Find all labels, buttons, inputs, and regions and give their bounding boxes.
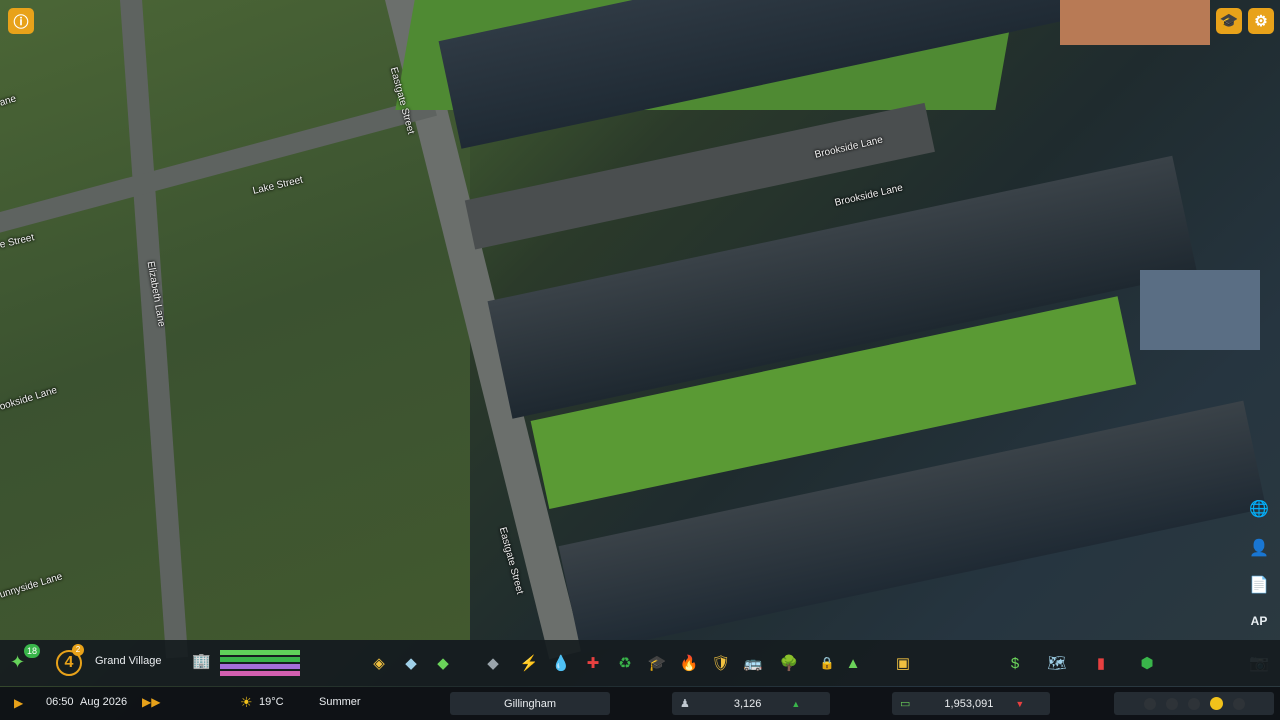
demand-bar-office — [220, 671, 300, 676]
building-orange-roof — [1060, 0, 1210, 45]
parks-icon[interactable]: 🌳 — [778, 652, 800, 674]
health-icon[interactable]: ✚ — [582, 652, 604, 674]
landscaping-icon[interactable]: ◆ — [482, 652, 504, 674]
building-blue-roof — [1140, 270, 1260, 350]
population-panel[interactable]: ♟ 3,126 ▲ — [672, 692, 830, 715]
zoning-icon[interactable]: ◆ — [400, 652, 422, 674]
areas-icon[interactable]: ◆ — [432, 652, 454, 674]
education-icon[interactable]: 🎓 — [646, 652, 668, 674]
demand-bars[interactable] — [220, 650, 300, 676]
ap-icon[interactable]: AP — [1246, 608, 1272, 634]
info-icon[interactable]: ⓘ — [8, 8, 34, 34]
map-icon[interactable]: 🗺 — [1046, 652, 1068, 674]
xp-badge: 18 — [24, 644, 40, 658]
police-icon[interactable]: 🛡 — [710, 652, 732, 674]
document-icon[interactable]: 📄 — [1246, 572, 1272, 598]
demand-bar-commercial — [220, 657, 300, 662]
money-trend-icon: ▼ — [1015, 698, 1025, 709]
economy-icon[interactable]: $ — [1004, 652, 1026, 674]
happiness-dot — [1187, 697, 1200, 710]
fast-forward-icon[interactable]: ▶▶ — [142, 695, 160, 709]
lock-icon[interactable]: 🔒 — [816, 652, 838, 674]
electricity-icon[interactable]: ⚡ — [518, 652, 540, 674]
game-time: 06:50 — [46, 696, 74, 708]
water-icon[interactable]: 💧 — [550, 652, 572, 674]
money-icon: ▭ — [900, 698, 911, 710]
money-panel[interactable]: ▭ 1,953,091 ▼ — [892, 692, 1050, 715]
city-name-panel[interactable]: Gillingham — [450, 692, 610, 715]
population-icon: ♟ — [680, 698, 690, 710]
demand-icon[interactable]: 🏢 — [192, 652, 211, 670]
garbage-icon[interactable]: ♻ — [614, 652, 636, 674]
game-date: Aug 2026 — [80, 696, 128, 708]
districts-icon[interactable]: ⬢ — [1136, 652, 1158, 674]
happiness-dot — [1165, 697, 1178, 710]
city-name: Gillingham — [504, 697, 556, 710]
city-rank-label[interactable]: Grand Village — [95, 655, 161, 667]
gear-icon[interactable]: ⚙ — [1248, 8, 1274, 34]
play-icon[interactable]: ▶ — [14, 696, 23, 710]
signature-icon[interactable]: ▲ — [842, 652, 864, 674]
roads-icon[interactable]: ◈ — [368, 652, 390, 674]
level-badge: 2 — [72, 644, 84, 656]
temperature: 19°C — [259, 696, 284, 708]
smiley-icon — [1209, 697, 1223, 710]
status-bar: ▶ 06:50 Aug 2026 ▶▶ ☀ 19°C Summer Gillin… — [0, 687, 1280, 720]
demand-bar-residential — [220, 650, 300, 655]
person-icon[interactable]: 👤 — [1246, 535, 1272, 561]
graduation-cap-icon[interactable]: 🎓 — [1216, 8, 1242, 34]
happiness-dot — [1143, 697, 1156, 710]
road-label: Brookside Lane — [833, 182, 904, 209]
population-trend-icon: ▲ — [791, 698, 801, 709]
happiness-panel[interactable] — [1114, 692, 1274, 715]
population-value: 3,126 — [733, 697, 762, 710]
happiness-dot — [1232, 697, 1245, 710]
money-value: 1,953,091 — [944, 697, 994, 710]
sun-icon: ☀ — [240, 694, 253, 710]
season: Summer — [319, 696, 361, 708]
fire-icon[interactable]: 🔥 — [678, 652, 700, 674]
transport-icon[interactable]: 🚌 — [742, 652, 764, 674]
unique-buildings-icon[interactable]: ▣ — [892, 652, 914, 674]
statistics-icon[interactable]: ▮ — [1090, 652, 1112, 674]
main-toolbar: ✦ 18 4 2 Grand Village 🏢 ◈ ◆ ◆ ◆ ⚡ 💧 ✚ ♻… — [0, 640, 1280, 686]
game-viewport[interactable]: Eastgate Street Brookside Lane Brookside… — [0, 0, 1280, 720]
demand-bar-industrial — [220, 664, 300, 669]
globe-icon[interactable]: 🌐 — [1246, 496, 1272, 522]
